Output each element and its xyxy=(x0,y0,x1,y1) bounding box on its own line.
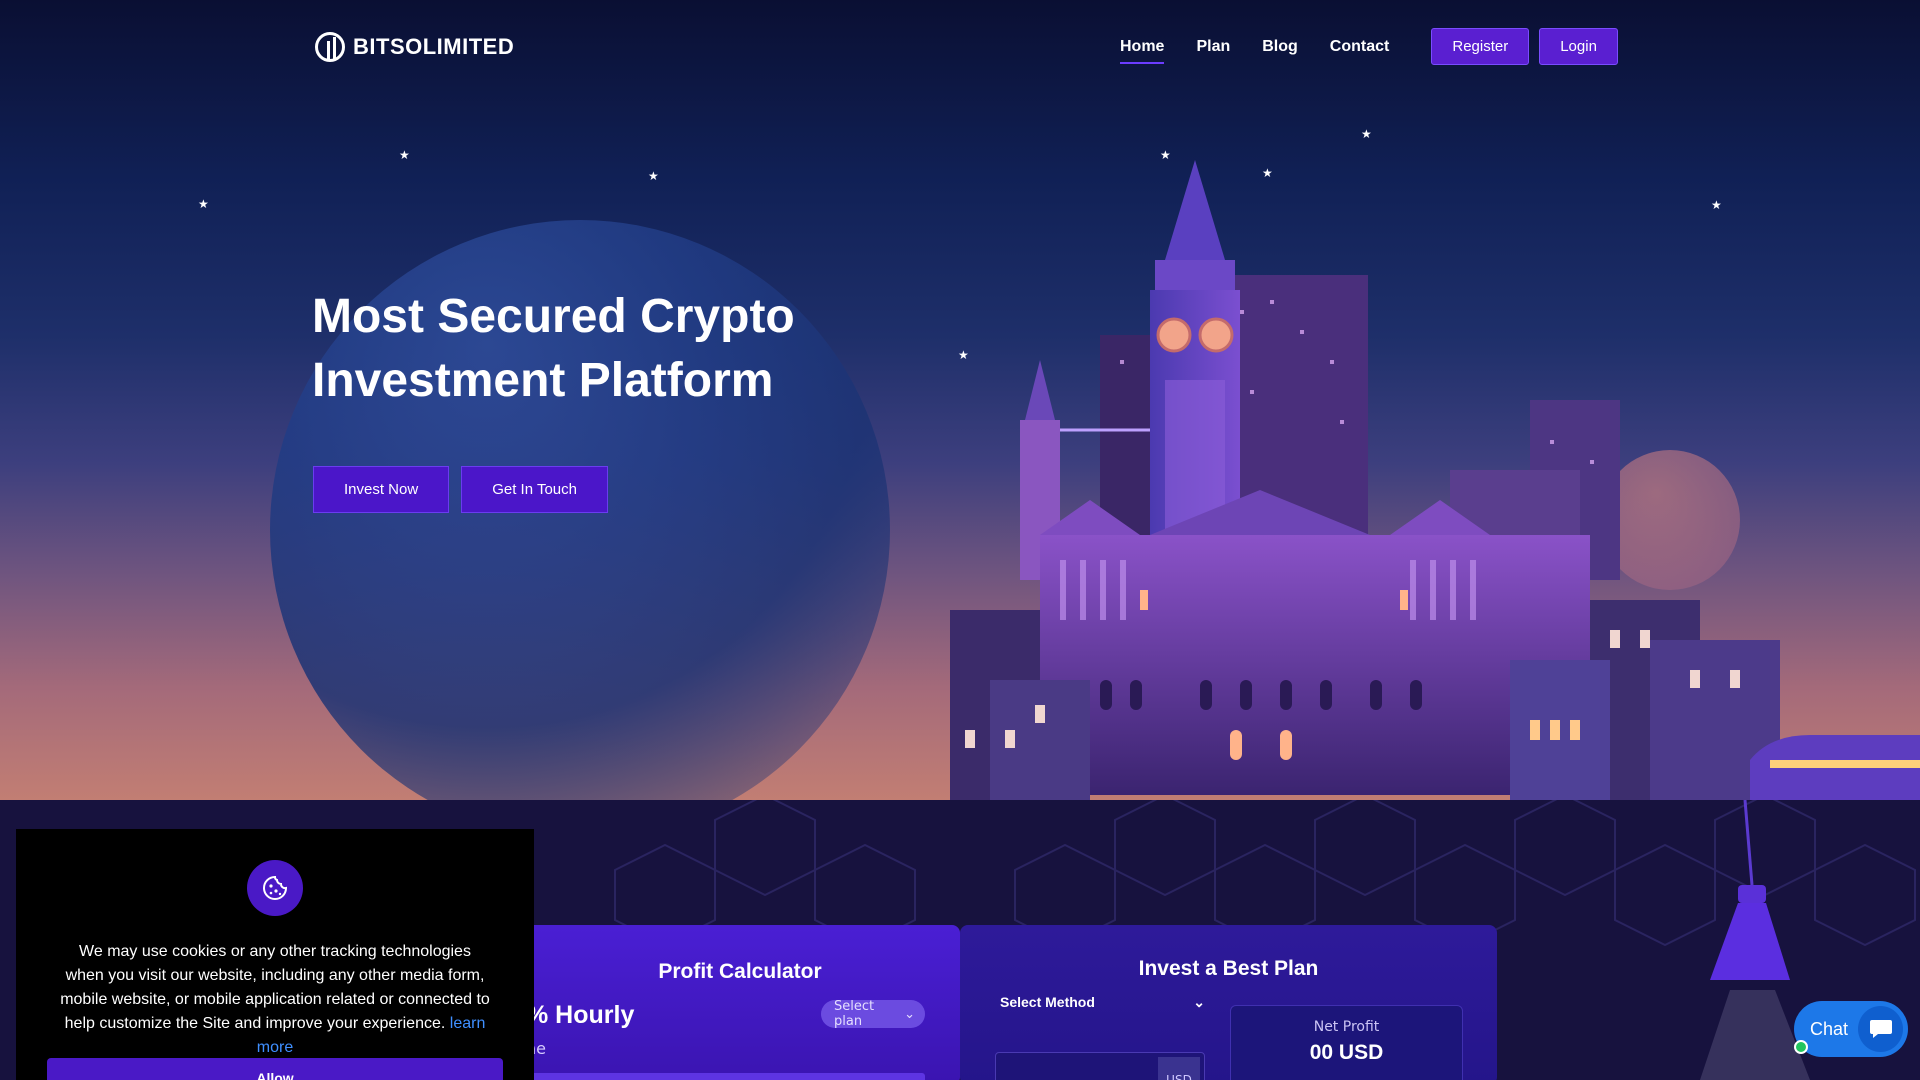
calculator-rate: % Hourly xyxy=(526,1001,635,1029)
chevron-down-icon: ⌄ xyxy=(1193,994,1205,1010)
nav-plan[interactable]: Plan xyxy=(1196,30,1230,64)
allow-button[interactable]: Allow xyxy=(47,1058,503,1080)
select-method-label: Select Method xyxy=(1000,994,1095,1010)
select-method-dropdown[interactable]: Select Method ⌄ xyxy=(1000,994,1205,1011)
net-profit-box: Net Profit 00 USD xyxy=(1230,1005,1463,1080)
cookie-text: We may use cookies or any other tracking… xyxy=(60,943,490,1032)
hero-section: ★ ★ ★ ★ ★ ★ ★ ★ BITSOLIMITED Home Plan B… xyxy=(0,0,1920,800)
select-plan-dropdown[interactable]: Select plan ⌄ xyxy=(821,999,925,1029)
logo-icon xyxy=(315,32,345,62)
nav-home[interactable]: Home xyxy=(1120,30,1165,64)
brand-logo[interactable]: BITSOLIMITED xyxy=(315,32,514,62)
brand-name: BITSOLIMITED xyxy=(353,34,515,59)
cookie-banner: We may use cookies or any other tracking… xyxy=(16,829,534,1080)
main-nav: Home Plan Blog Contact Register Login xyxy=(1120,28,1618,65)
speech-bubble-icon xyxy=(1869,1020,1892,1038)
city-illustration xyxy=(950,160,1920,800)
headline-line-2: Investment Platform xyxy=(312,354,774,407)
invest-plan-card: Invest a Best Plan Select Method ⌄ USD N… xyxy=(960,925,1497,1080)
register-button[interactable]: Register xyxy=(1431,28,1530,65)
star-icon: ★ xyxy=(1361,127,1372,141)
headline-line-1: Most Secured Crypto xyxy=(312,290,795,343)
nav-contact[interactable]: Contact xyxy=(1330,30,1390,64)
currency-tag: USD xyxy=(1158,1057,1200,1080)
star-icon: ★ xyxy=(198,197,209,211)
calculator-title: Profit Calculator xyxy=(658,960,822,983)
plan-title: Invest a Best Plan xyxy=(1138,957,1319,980)
chat-widget-button[interactable]: Chat xyxy=(1794,1001,1908,1057)
amount-input[interactable]: USD xyxy=(995,1052,1205,1080)
net-profit-value: 00 USD xyxy=(1309,1041,1384,1064)
profit-calculator-card: Profit Calculator % Hourly ne Select pla… xyxy=(520,925,960,1080)
cookie-glyph xyxy=(263,875,288,900)
nav-blog[interactable]: Blog xyxy=(1262,30,1298,64)
net-profit-label: Net Profit xyxy=(1313,1019,1380,1035)
chat-label: Chat xyxy=(1810,1018,1849,1039)
login-button[interactable]: Login xyxy=(1539,28,1618,65)
cookie-message: We may use cookies or any other tracking… xyxy=(58,940,492,1060)
invest-now-button[interactable]: Invest Now xyxy=(313,466,450,513)
select-plan-label: Select plan xyxy=(834,999,875,1029)
chat-bubble-icon xyxy=(1858,1006,1903,1052)
get-in-touch-button[interactable]: Get In Touch xyxy=(461,466,608,513)
online-status-indicator xyxy=(1794,1040,1808,1054)
chevron-down-icon: ⌄ xyxy=(904,1006,915,1022)
calculator-input[interactable] xyxy=(520,1073,925,1080)
star-icon: ★ xyxy=(648,169,659,183)
cookie-icon xyxy=(247,860,303,916)
star-icon: ★ xyxy=(399,148,410,162)
hero-headline: Most Secured Crypto Investment Platform xyxy=(312,285,795,413)
hero-actions: Invest Now Get In Touch xyxy=(313,466,608,513)
